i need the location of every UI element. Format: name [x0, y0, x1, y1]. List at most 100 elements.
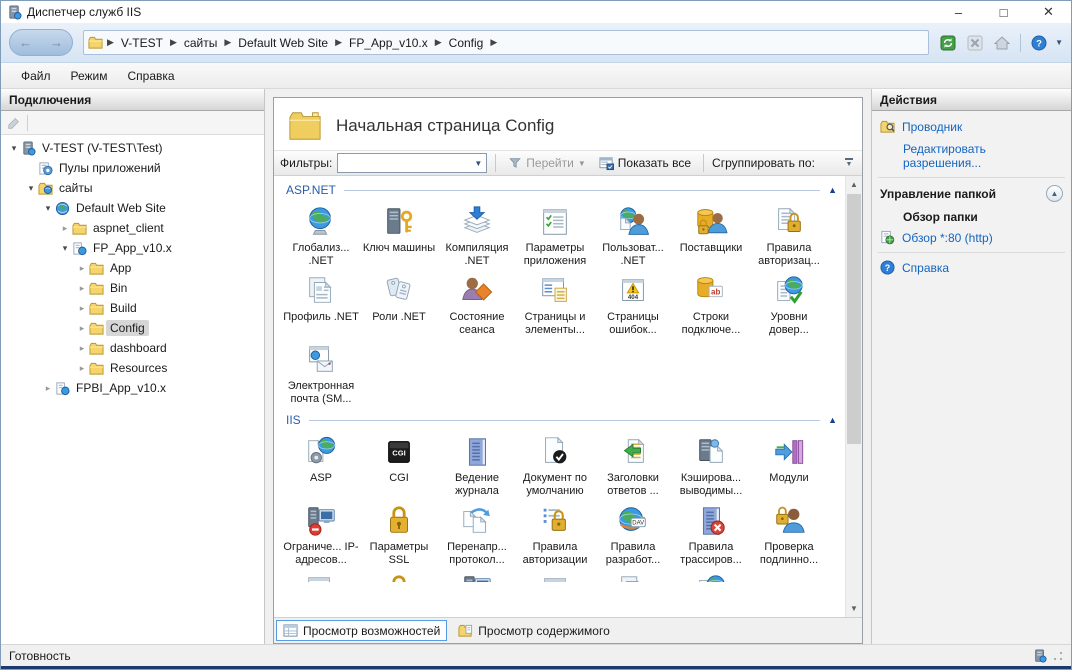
scroll-thumb[interactable] [847, 194, 861, 444]
tree-node[interactable]: ▾ Default Web Site [1, 198, 264, 218]
create-connection-icon[interactable] [7, 116, 21, 130]
tree-expander-icon[interactable]: ▸ [75, 283, 89, 294]
tree-expander-icon[interactable]: ▸ [75, 343, 89, 354]
feature-item[interactable]: Компиляция .NET [438, 199, 516, 268]
feature-item[interactable]: ab Строки подключе... [672, 268, 750, 337]
tree-expander-icon[interactable]: ▾ [41, 203, 55, 214]
feature-item[interactable]: Состояние сеанса [438, 268, 516, 337]
breadcrumb-item[interactable]: сайты [181, 34, 221, 52]
tree-expander-icon[interactable]: ▸ [75, 263, 89, 274]
help-dropdown-caret[interactable]: ▼ [1055, 38, 1063, 47]
feature-item[interactable]: Параметры приложения [516, 199, 594, 268]
tree-node[interactable]: ▸ aspnet_client [1, 218, 264, 238]
tree-node[interactable]: ▸ App [1, 258, 264, 278]
tab-content-view[interactable]: Просмотр содержимого [451, 620, 616, 641]
tree-node[interactable]: ▸ Config [1, 318, 264, 338]
resize-grip[interactable] [1053, 651, 1063, 661]
feature-item[interactable]: Заголовки ответов ... [594, 429, 672, 498]
scroll-up-arrow[interactable]: ▲ [846, 176, 862, 193]
feature-item[interactable]: Правила трассиров... [672, 498, 750, 567]
tree-node[interactable]: ▾ FP_App_v10.x [1, 238, 264, 258]
feature-item[interactable]: Глобализ... .NET [282, 199, 360, 268]
action-item[interactable]: Обзор *:80 (http) [872, 226, 1071, 249]
feature-item[interactable]: Проверка подлинно... [750, 498, 828, 567]
menu-item-Файл[interactable]: Файл [11, 65, 61, 87]
section-collapse-icon[interactable]: ▲ [828, 415, 837, 425]
feature-label: Глобализ... .NET [283, 242, 359, 268]
breadcrumb-item[interactable]: Config [446, 34, 487, 52]
toolbar-overflow-button[interactable]: ▼ [842, 158, 856, 168]
tree-expander-icon[interactable]: ▾ [7, 143, 21, 154]
breadcrumb-item[interactable]: FP_App_v10.x [346, 34, 431, 52]
help-icon[interactable]: ? [1028, 32, 1050, 54]
feature-item[interactable]: Ключ машины [360, 199, 438, 268]
tree-node[interactable]: ▸ Bin [1, 278, 264, 298]
feature-item[interactable]: Модули [750, 429, 828, 498]
tree-node[interactable]: Пулы приложений [1, 158, 264, 178]
feature-item[interactable]: Перенапр... протокол... [438, 498, 516, 567]
tree-node[interactable]: ▾ сайты [1, 178, 264, 198]
breadcrumb-item[interactable]: Default Web Site [235, 34, 331, 52]
section-collapse-icon[interactable]: ▲ [828, 185, 837, 195]
feature-item[interactable]: 404 Страницы ошибок... [594, 268, 672, 337]
forward-button[interactable]: → [50, 35, 63, 50]
refresh-icon[interactable] [937, 32, 959, 54]
feature-item[interactable] [672, 567, 750, 582]
maximize-button[interactable]: □ [981, 1, 1026, 23]
feature-item[interactable]: ASP [282, 429, 360, 498]
feature-item[interactable]: Роли .NET [360, 268, 438, 337]
feature-item[interactable] [594, 567, 672, 582]
tree-node[interactable]: ▾ V-TEST (V-TEST\Test) [1, 138, 264, 158]
back-button[interactable]: ← [19, 35, 32, 50]
feature-item[interactable] [282, 567, 360, 582]
tree-node[interactable]: ▸ Resources [1, 358, 264, 378]
collapse-chevron-icon[interactable]: ▲ [1046, 185, 1063, 202]
feature-item[interactable]: Параметры SSL [360, 498, 438, 567]
tree-expander-icon[interactable]: ▸ [75, 323, 89, 334]
go-button[interactable]: Перейти ▼ [504, 154, 589, 172]
feature-item[interactable]: CGI CGI [360, 429, 438, 498]
feature-item[interactable]: Ограниче... IP-адресов... [282, 498, 360, 567]
filter-input[interactable]: ▼ [337, 153, 487, 173]
feature-item[interactable]: Страницы и элементы... [516, 268, 594, 337]
connstrings-icon: ab [694, 274, 728, 308]
feature-item[interactable]: Ведение журнала [438, 429, 516, 498]
tree-node[interactable]: ▸ FPBI_App_v10.x [1, 378, 264, 398]
tree-expander-icon[interactable]: ▾ [58, 243, 72, 254]
action-item[interactable]: Редактировать разрешения... [872, 138, 1071, 174]
feature-item[interactable]: Электронная почта (SM... [282, 337, 360, 406]
disconnect-icon[interactable] [964, 32, 986, 54]
feature-item[interactable]: Пользоват... .NET [594, 199, 672, 268]
minimize-button[interactable]: – [936, 1, 981, 23]
feature-item[interactable]: 404 [516, 567, 594, 582]
tabcontent-icon [458, 623, 473, 638]
breadcrumb-item[interactable]: V-TEST [118, 34, 166, 52]
show-all-button[interactable]: Показать все [595, 154, 695, 173]
menu-item-Режим[interactable]: Режим [61, 65, 118, 87]
tree-expander-icon[interactable]: ▸ [41, 383, 55, 394]
scroll-down-arrow[interactable]: ▼ [846, 600, 862, 617]
tree-expander-icon[interactable]: ▸ [75, 303, 89, 314]
action-item[interactable]: Проводник [872, 115, 1071, 138]
feature-item[interactable]: Уровни довер... [750, 268, 828, 337]
tree-expander-icon[interactable]: ▾ [24, 183, 38, 194]
feature-item[interactable]: Кэширова... выводимы... [672, 429, 750, 498]
feature-item[interactable]: Профиль .NET [282, 268, 360, 337]
tree-node[interactable]: ▸ dashboard [1, 338, 264, 358]
feature-item[interactable]: Правила авторизации [516, 498, 594, 567]
feature-item[interactable]: DAV Правила разработ... [594, 498, 672, 567]
tree-expander-icon[interactable]: ▸ [58, 223, 72, 234]
menu-item-Справка[interactable]: Справка [118, 65, 185, 87]
vertical-scrollbar[interactable]: ▲ ▼ [845, 176, 862, 617]
feature-item[interactable] [438, 567, 516, 582]
home-icon[interactable] [991, 32, 1013, 54]
feature-item[interactable]: Правила авторизац... [750, 199, 828, 268]
feature-item[interactable] [360, 567, 438, 582]
feature-item[interactable]: Поставщики [672, 199, 750, 268]
tab-features-view[interactable]: Просмотр возможностей [276, 620, 447, 641]
tree-node[interactable]: ▸ Build [1, 298, 264, 318]
action-item[interactable]: ?Справка [872, 256, 1071, 279]
feature-item[interactable]: Документ по умолчанию [516, 429, 594, 498]
tree-expander-icon[interactable]: ▸ [75, 363, 89, 374]
close-button[interactable]: ✕ [1026, 1, 1071, 23]
